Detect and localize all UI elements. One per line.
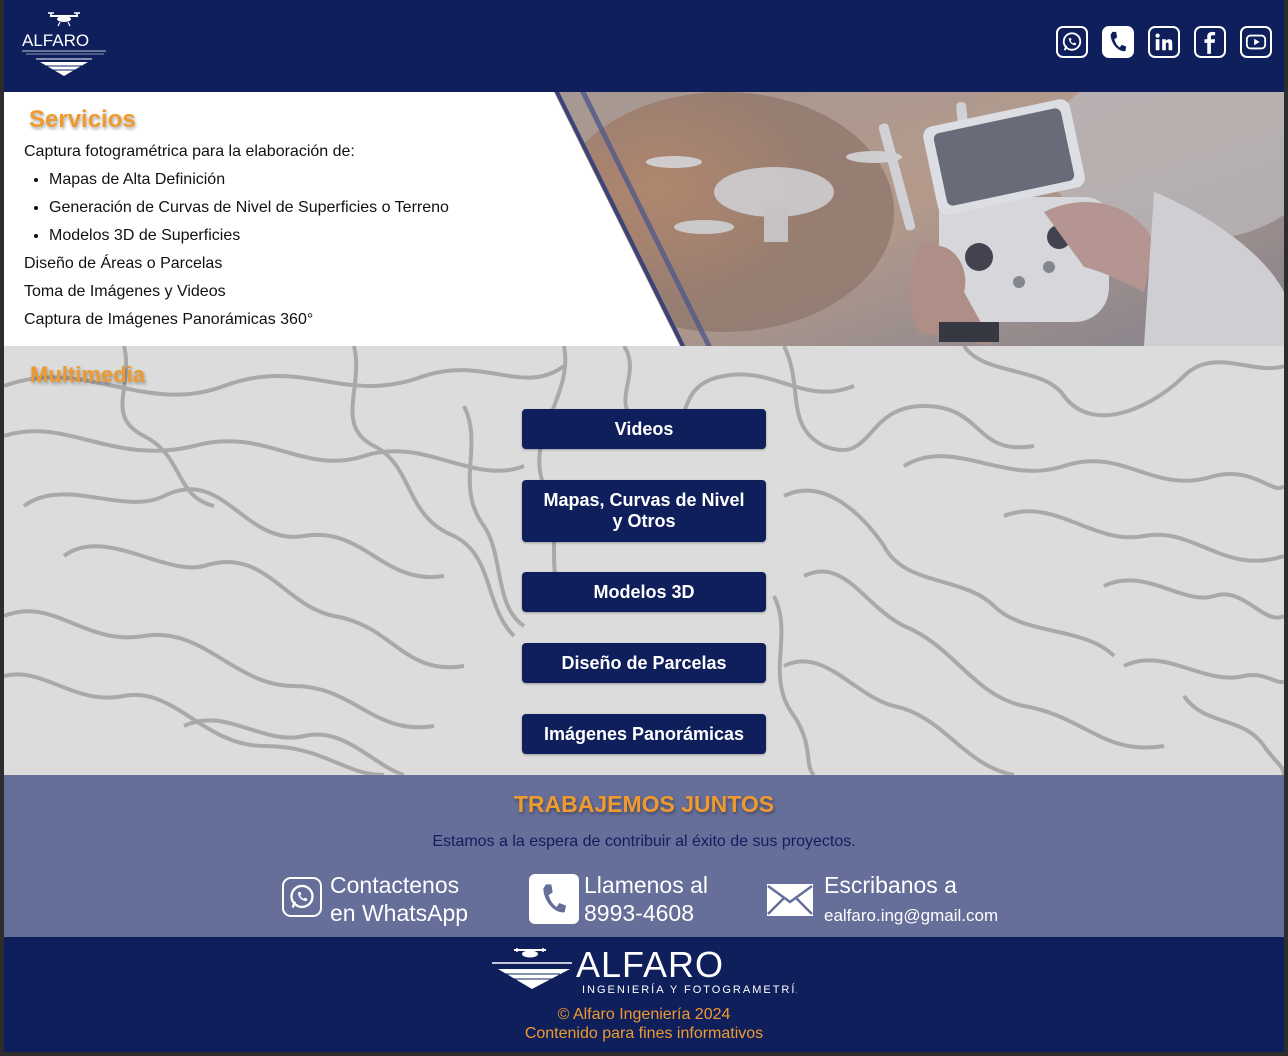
contact-title: TRABAJEMOS JUNTOS [513,791,775,817]
servicios-title: Servicios [29,106,136,133]
footer-logo-tagline: INGENIERÍA Y FOTOGRAMETRÍA [582,983,797,996]
youtube-icon[interactable] [1240,26,1272,58]
whatsapp-line2: en WhatsApp [330,900,469,926]
email-line1: Escribanos a [824,872,957,898]
whatsapp-icon [282,877,322,917]
header: ALFARO [4,0,1284,92]
whatsapp-icon[interactable] [1056,26,1088,58]
servicios-list: Mapas de Alta Definición Generación de C… [24,170,449,246]
footer-logo-text: ALFARO [576,945,724,985]
page: ALFARO Servicios Captura fotogramétrica … [4,0,1284,1052]
servicios-section: Servicios Captura fotogramétrica para la… [4,92,1284,346]
contact-section: TRABAJEMOS JUNTOS Estamos a la espera de… [4,775,1284,937]
multimedia-title: Multimedia [30,362,145,387]
phone-icon[interactable] [1102,26,1134,58]
envelope-icon [766,883,814,917]
servicio-item: Captura de Imágenes Panorámicas 360° [24,311,314,328]
alfaro-footer-logo: ALFARO INGENIERÍA Y FOTOGRAMETRÍA [492,945,797,996]
footer-note: Contenido para fines informativos [524,1025,764,1042]
contact-subtitle: Estamos a la espera de contribuir al éxi… [432,833,856,850]
list-item: Modelos 3D de Superficies [49,226,449,246]
whatsapp-line1: Contactenos [330,872,460,898]
facebook-icon[interactable] [1194,26,1226,58]
alfaro-logo[interactable]: ALFARO [18,8,110,80]
linkedin-icon[interactable] [1148,26,1180,58]
list-item: Generación de Curvas de Nivel de Superfi… [49,198,449,218]
videos-button[interactable]: Videos [522,409,766,449]
diseno-parcelas-button[interactable]: Diseño de Parcelas [522,643,766,683]
servicio-item: Diseño de Áreas o Parcelas [24,255,223,272]
footer-text: © Alfaro Ingeniería 2024 Contenido para … [4,1005,1284,1043]
footer: ALFARO INGENIERÍA Y FOTOGRAMETRÍA © Alfa… [4,937,1284,1052]
modelos-3d-button[interactable]: Modelos 3D [522,572,766,612]
phone-number: 8993-4608 [584,900,694,926]
phone-icon [529,874,579,924]
phone-contact[interactable]: Llamenos al 8993-4608 [529,871,708,927]
copyright: © Alfaro Ingeniería 2024 [557,1006,731,1023]
logo-text: ALFARO [22,31,89,50]
mapas-curvas-button[interactable]: Mapas, Curvas de Nivel y Otros [522,480,766,542]
imagenes-panoramicas-button[interactable]: Imágenes Panorámicas [522,714,766,754]
email-contact[interactable]: Escribanos a ealfaro.ing@gmail.com [766,871,998,930]
phone-line1: Llamenos al [584,872,709,898]
list-item: Mapas de Alta Definición [49,170,449,190]
servicio-item: Toma de Imágenes y Videos [24,283,226,300]
email-address[interactable]: ealfaro.ing@gmail.com [824,906,998,925]
multimedia-section: Multimedia Videos Mapas, Curvas de Nivel… [4,346,1284,775]
servicios-content: Servicios Captura fotogramétrica para la… [24,106,449,338]
social-links [1056,26,1272,58]
whatsapp-contact[interactable]: Contactenos en WhatsApp [282,871,468,927]
servicios-intro: Captura fotogramétrica para la elaboraci… [24,143,355,160]
